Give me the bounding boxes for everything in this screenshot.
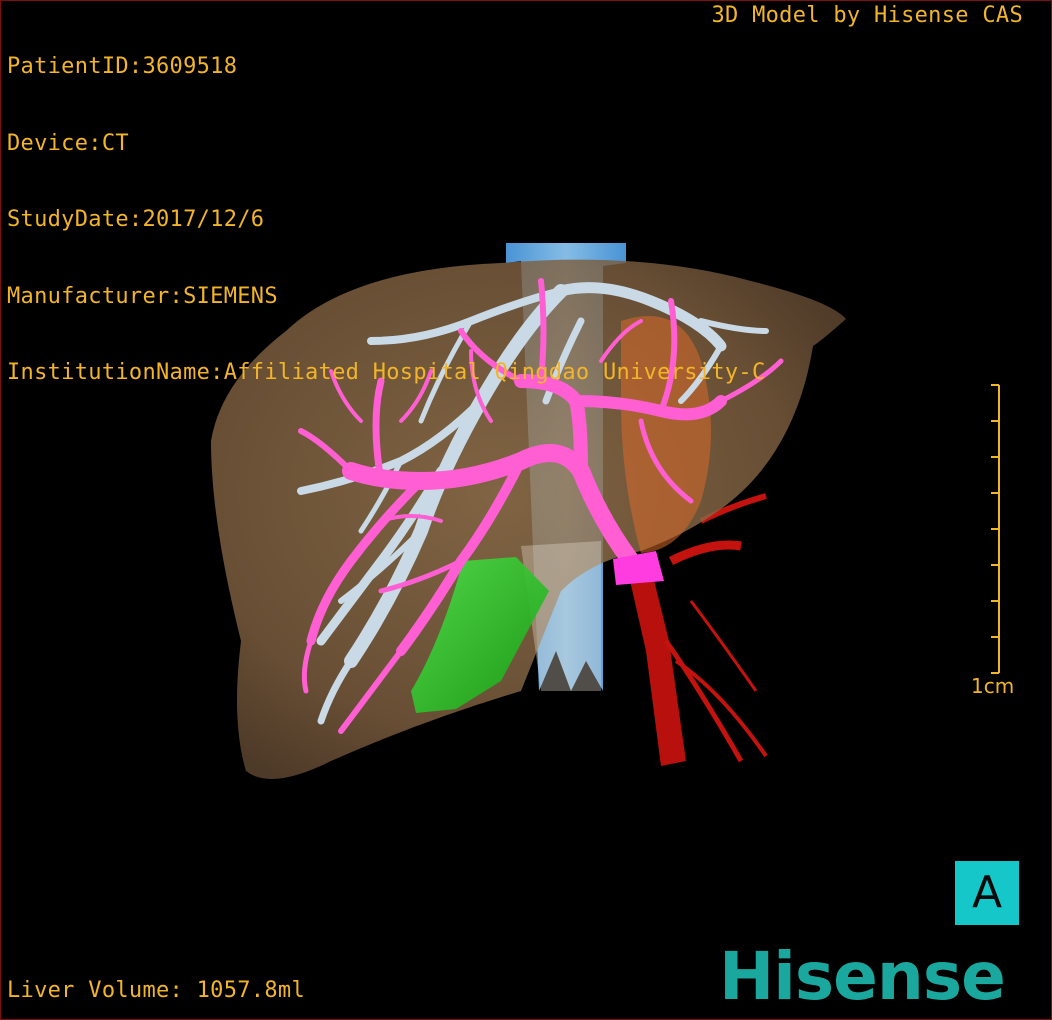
vendor-caption: 3D Model by Hisense CAS [711,3,1023,28]
institution-label: InstitutionName:Affiliated Hospital Qing… [7,360,766,385]
hisense-logo: Hisense [719,938,1006,1015]
3d-viewport[interactable]: PatientID:3609518 Device:CT StudyDate:20… [0,0,1052,1020]
liver-volume-label: Liver Volume: 1057.8ml [7,978,305,1003]
scale-bar [991,384,1000,674]
study-date-label: StudyDate:2017/12/6 [7,207,265,232]
patient-id-label: PatientID:3609518 [7,54,238,79]
manufacturer-label: Manufacturer:SIEMENS [7,283,278,309]
device-label: Device:CT [7,130,129,156]
orientation-indicator[interactable]: A [955,861,1019,925]
scale-bar-label: 1cm [971,674,1015,698]
study-info-overlay: PatientID:3609518 Device:CT StudyDate:20… [7,3,766,437]
